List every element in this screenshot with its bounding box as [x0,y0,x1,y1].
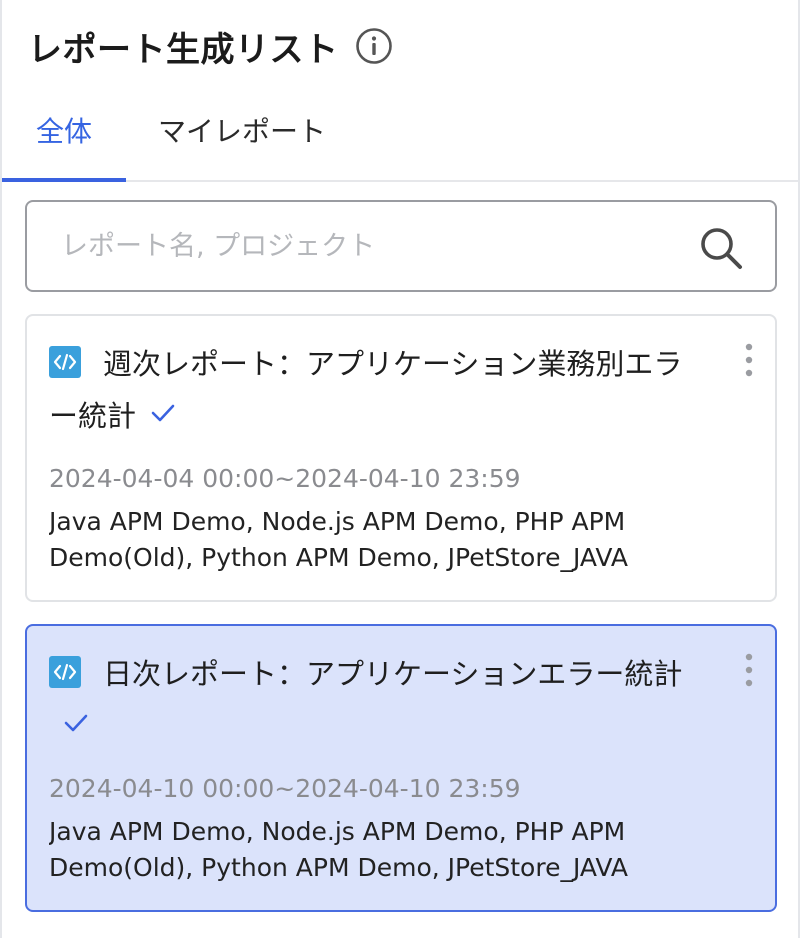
report-period: 2024-04-04 00:00~2024-04-10 23:59 [49,464,521,493]
report-projects: Java APM Demo, Node.js APM Demo, PHP APM… [49,507,629,572]
report-title-text: 週次レポート：アプリケーション業務別エラー統計 [49,347,683,433]
tab-my-reports[interactable]: マイレポート [158,96,326,180]
search-box [25,200,777,292]
check-icon [150,390,176,422]
code-icon [49,652,81,688]
panel-header: レポート生成リスト [28,20,393,72]
kebab-menu-icon[interactable] [743,342,755,378]
search-icon[interactable] [697,224,745,272]
report-card[interactable]: 週次レポート：アプリケーション業務別エラー統計 2024-04-04 00:00… [25,314,777,602]
kebab-menu-icon[interactable] [743,652,755,688]
report-card-selected[interactable]: 日次レポート：アプリケーションエラー統計 2024-04-10 00:00~20… [25,624,777,912]
search-input[interactable] [59,229,663,263]
report-period: 2024-04-10 00:00~2024-04-10 23:59 [49,774,521,803]
report-title: 日次レポート：アプリケーションエラー統計 [49,648,709,752]
check-icon [63,700,89,732]
tab-all[interactable]: 全体 [2,96,126,182]
page-title: レポート生成リスト [28,29,339,70]
report-title: 週次レポート：アプリケーション業務別エラー統計 [49,338,709,442]
code-icon [49,342,81,378]
report-title-text: 日次レポート：アプリケーションエラー統計 [103,657,683,691]
report-projects: Java APM Demo, Node.js APM Demo, PHP APM… [49,817,629,882]
info-icon[interactable] [355,27,393,65]
report-list-panel: レポート生成リスト 全体 マイレポート レポート名, プロジェクト 週次レポート… [0,0,800,938]
tab-bar: 全体 マイレポート [2,96,798,182]
